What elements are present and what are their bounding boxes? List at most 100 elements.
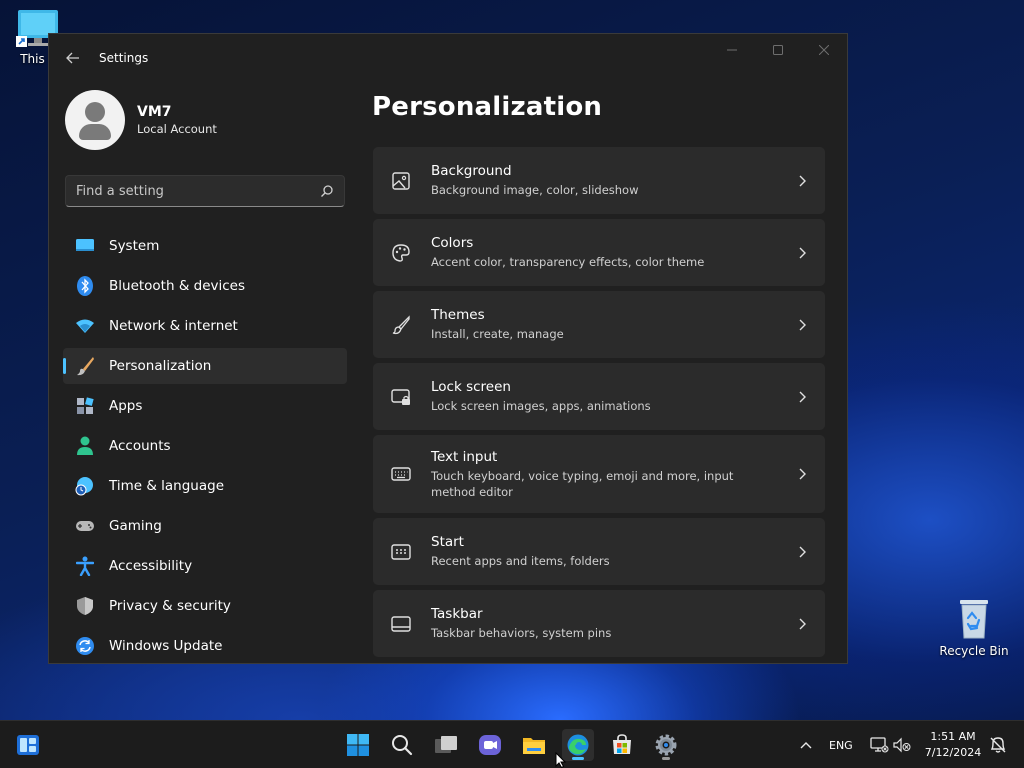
sidebar-item-label: Accounts bbox=[109, 438, 171, 454]
sidebar-item-apps[interactable]: Apps bbox=[63, 388, 347, 424]
start-button[interactable] bbox=[342, 729, 374, 761]
sidebar-item-bluetooth[interactable]: Bluetooth & devices bbox=[63, 268, 347, 304]
close-icon bbox=[819, 45, 829, 55]
clock-date: 7/12/2024 bbox=[924, 746, 982, 759]
profile-account-type: Local Account bbox=[137, 122, 217, 136]
sidebar-item-accounts[interactable]: Accounts bbox=[63, 428, 347, 464]
gamepad-icon bbox=[75, 516, 95, 536]
volume-muted-icon bbox=[893, 737, 911, 753]
card-text-input[interactable]: Text input Touch keyboard, voice typing,… bbox=[373, 435, 825, 513]
card-title: Lock screen bbox=[431, 379, 511, 395]
profile-name: VM7 bbox=[137, 104, 172, 120]
bluetooth-icon bbox=[75, 276, 95, 296]
card-title: Background bbox=[431, 163, 512, 179]
language-indicator[interactable]: ENG bbox=[829, 739, 853, 752]
sidebar-item-label: System bbox=[109, 238, 160, 254]
globe-clock-icon bbox=[75, 476, 95, 496]
settings-cards: Background Background image, color, slid… bbox=[373, 147, 825, 662]
search-icon[interactable] bbox=[320, 184, 334, 198]
system-monitor-icon bbox=[75, 236, 95, 256]
user-profile[interactable]: VM7 Local Account bbox=[65, 90, 217, 150]
wifi-icon bbox=[75, 316, 95, 336]
chevron-right-icon bbox=[799, 468, 806, 480]
sidebar-item-label: Privacy & security bbox=[109, 598, 231, 614]
sidebar-item-accessibility[interactable]: Accessibility bbox=[63, 548, 347, 584]
chevron-right-icon bbox=[799, 618, 806, 629]
minimize-icon bbox=[727, 49, 737, 51]
card-taskbar[interactable]: Taskbar Taskbar behaviors, system pins bbox=[373, 590, 825, 657]
sidebar-item-gaming[interactable]: Gaming bbox=[63, 508, 347, 544]
show-hidden-icons-button[interactable] bbox=[790, 729, 822, 761]
back-button[interactable] bbox=[61, 46, 85, 70]
palette-icon bbox=[392, 243, 410, 262]
card-title: Taskbar bbox=[431, 606, 483, 622]
chevron-right-icon bbox=[799, 175, 806, 186]
settings-app-button[interactable] bbox=[650, 729, 682, 761]
taskbar: ENG 1:51 AM 7/12/2024 bbox=[0, 720, 1024, 768]
card-title: Themes bbox=[431, 307, 485, 323]
sidebar-item-personalization[interactable]: Personalization bbox=[63, 348, 347, 384]
sidebar-item-label: Apps bbox=[109, 398, 143, 414]
widgets-button[interactable] bbox=[12, 729, 44, 761]
sidebar-item-label: Time & language bbox=[109, 478, 225, 494]
card-background[interactable]: Background Background image, color, slid… bbox=[373, 147, 825, 214]
sidebar-item-label: Accessibility bbox=[109, 558, 193, 574]
card-lock-screen[interactable]: Lock screen Lock screen images, apps, an… bbox=[373, 363, 825, 430]
apps-icon bbox=[75, 396, 95, 416]
sidebar-item-label: Bluetooth & devices bbox=[109, 278, 246, 294]
card-subtitle: Taskbar behaviors, system pins bbox=[431, 626, 612, 640]
sidebar-nav: System Bluetooth & devices Network & int… bbox=[63, 228, 347, 663]
sidebar-item-time-language[interactable]: Time & language bbox=[63, 468, 347, 504]
search-box bbox=[65, 175, 345, 207]
volume-button[interactable] bbox=[886, 729, 918, 761]
file-explorer-button[interactable] bbox=[518, 729, 550, 761]
recycle-bin-desktop-icon[interactable]: Recycle Bin bbox=[934, 596, 1014, 658]
close-button[interactable] bbox=[801, 34, 847, 66]
task-view-icon bbox=[435, 736, 457, 753]
widgets-icon bbox=[17, 735, 39, 755]
sidebar-item-system[interactable]: System bbox=[63, 228, 347, 264]
task-view-button[interactable] bbox=[430, 729, 462, 761]
card-themes[interactable]: Themes Install, create, manage bbox=[373, 291, 825, 358]
system-clock[interactable]: 1:51 AM 7/12/2024 bbox=[920, 729, 986, 761]
sidebar-item-network[interactable]: Network & internet bbox=[63, 308, 347, 344]
taskbar-search-button[interactable] bbox=[386, 729, 418, 761]
store-button[interactable] bbox=[606, 729, 638, 761]
card-title: Colors bbox=[431, 235, 474, 251]
keyboard-icon bbox=[391, 467, 411, 481]
brush-icon bbox=[392, 314, 410, 334]
search-input[interactable] bbox=[76, 183, 320, 199]
mouse-cursor-icon bbox=[555, 752, 567, 768]
notifications-button[interactable] bbox=[982, 729, 1014, 761]
card-subtitle: Background image, color, slideshow bbox=[431, 183, 639, 197]
avatar bbox=[65, 90, 125, 150]
person-icon bbox=[75, 436, 95, 456]
shield-icon bbox=[75, 596, 95, 616]
card-subtitle: Accent color, transparency effects, colo… bbox=[431, 255, 705, 269]
title-bar: Settings bbox=[49, 34, 847, 82]
recycle-bin-icon bbox=[960, 600, 988, 639]
chevron-right-icon bbox=[799, 247, 806, 258]
card-subtitle: Lock screen images, apps, animations bbox=[431, 399, 651, 413]
sidebar-item-label: Network & internet bbox=[109, 318, 238, 334]
sidebar-item-privacy-security[interactable]: Privacy & security bbox=[63, 588, 347, 624]
maximize-button[interactable] bbox=[755, 34, 801, 66]
minimize-button[interactable] bbox=[709, 34, 755, 66]
sidebar-item-label: Gaming bbox=[109, 518, 162, 534]
sidebar-item-windows-update[interactable]: Windows Update bbox=[63, 628, 347, 663]
chevron-up-icon bbox=[800, 742, 812, 749]
card-subtitle: Touch keyboard, voice typing, emoji and … bbox=[431, 468, 734, 499]
card-start[interactable]: Start Recent apps and items, folders bbox=[373, 518, 825, 585]
update-sync-icon bbox=[75, 636, 95, 656]
card-title: Text input bbox=[431, 448, 498, 465]
sidebar-item-label: Windows Update bbox=[109, 638, 223, 654]
notification-bell-icon bbox=[990, 737, 1006, 753]
paintbrush-icon bbox=[75, 356, 95, 376]
teams-chat-button[interactable] bbox=[474, 729, 506, 761]
arrow-left-icon bbox=[66, 52, 79, 64]
card-colors[interactable]: Colors Accent color, transparency effect… bbox=[373, 219, 825, 286]
edge-browser-icon bbox=[567, 734, 589, 756]
file-explorer-icon bbox=[523, 738, 545, 754]
taskbar-icon bbox=[391, 615, 411, 632]
search-icon bbox=[392, 735, 413, 756]
